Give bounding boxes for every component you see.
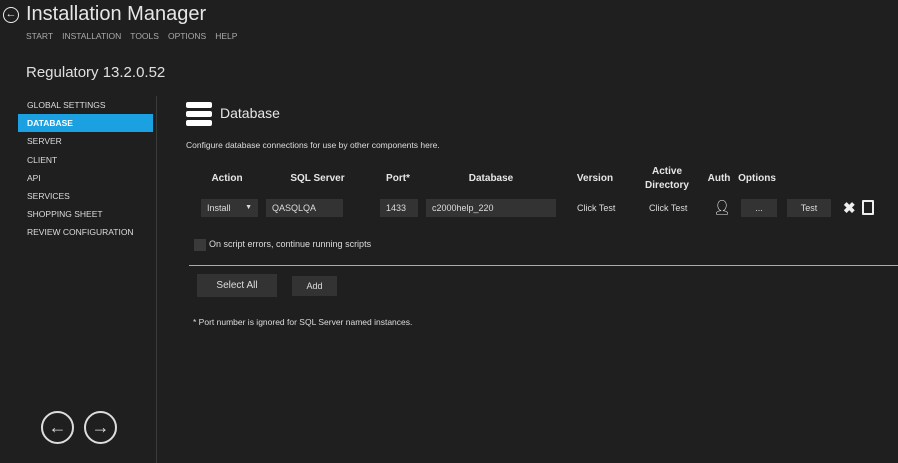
sql-server-input[interactable]: QASQLQA	[266, 199, 343, 217]
options-button[interactable]: ...	[741, 199, 777, 217]
database-icon	[186, 102, 212, 129]
separator	[189, 265, 898, 266]
sidebar-item-global-settings[interactable]: GLOBAL SETTINGS	[18, 96, 153, 114]
header-sql-server: SQL Server	[290, 173, 345, 184]
sidebar: GLOBAL SETTINGS DATABASE SERVER CLIENT A…	[18, 96, 153, 242]
copy-icon[interactable]	[862, 200, 874, 215]
version-test-link[interactable]: Click Test	[577, 203, 615, 213]
menu-installation[interactable]: INSTALLATION	[62, 31, 121, 41]
database-input[interactable]: c2000help_220	[426, 199, 556, 217]
sidebar-item-client[interactable]: CLIENT	[18, 151, 153, 169]
port-note: * Port number is ignored for SQL Server …	[193, 317, 413, 327]
menu-help[interactable]: HELP	[215, 31, 237, 41]
menu-tools[interactable]: TOOLS	[130, 31, 159, 41]
next-arrow-icon[interactable]: →	[84, 411, 117, 444]
menu-start[interactable]: START	[26, 31, 53, 41]
add-button[interactable]: Add	[292, 276, 337, 296]
sidebar-item-services[interactable]: SERVICES	[18, 187, 153, 205]
continue-on-error-label: On script errors, continue running scrip…	[209, 239, 372, 249]
port-input[interactable]: 1433	[380, 199, 418, 217]
product-title: Regulatory 13.2.0.52	[26, 64, 166, 81]
header-auth: Auth	[707, 173, 731, 184]
delete-icon[interactable]: ✖	[843, 199, 856, 217]
header-port: Port*	[386, 173, 410, 184]
back-icon[interactable]: ←	[3, 7, 19, 23]
header-active-directory: Active Directory	[645, 166, 689, 191]
app-title: Installation Manager	[26, 3, 207, 25]
continue-on-error-checkbox[interactable]	[194, 239, 206, 251]
page-description: Configure database connections for use b…	[186, 140, 440, 150]
sidebar-item-review-configuration[interactable]: REVIEW CONFIGURATION	[18, 223, 153, 241]
page-title: Database	[220, 105, 280, 121]
divider	[156, 96, 157, 463]
test-button[interactable]: Test	[787, 199, 831, 217]
action-select[interactable]: Install ▼	[201, 199, 258, 217]
action-value: Install	[207, 203, 231, 213]
header-version: Version	[576, 173, 614, 184]
select-all-button[interactable]: Select All	[197, 274, 277, 297]
top-menu: START INSTALLATION TOOLS OPTIONS HELP	[26, 31, 237, 41]
active-directory-test-link[interactable]: Click Test	[649, 203, 687, 213]
chevron-down-icon: ▼	[245, 204, 252, 211]
menu-options[interactable]: OPTIONS	[168, 31, 206, 41]
sidebar-item-api[interactable]: API	[18, 169, 153, 187]
previous-arrow-icon[interactable]: ←	[41, 411, 74, 444]
sidebar-item-server[interactable]: SERVER	[18, 132, 153, 150]
user-icon[interactable]: 👤︎	[713, 199, 731, 216]
header-options: Options	[738, 173, 776, 184]
header-database: Database	[468, 173, 514, 184]
sidebar-item-database[interactable]: DATABASE	[18, 114, 153, 133]
header-action: Action	[211, 173, 243, 184]
sidebar-item-shopping-sheet[interactable]: SHOPPING SHEET	[18, 205, 153, 223]
